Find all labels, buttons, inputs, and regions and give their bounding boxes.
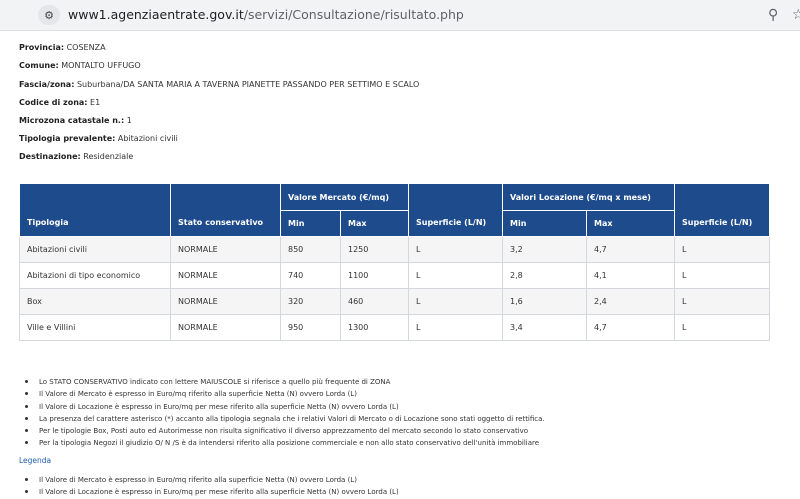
- info-value: Abitazioni civili: [117, 134, 178, 143]
- legenda-link[interactable]: Legenda: [19, 456, 51, 465]
- cell-locazione-min: 2,8: [502, 262, 587, 289]
- cell-locazione-min: 3,2: [502, 236, 587, 263]
- header-locazione-min: Min: [502, 210, 587, 237]
- cell-stato: NORMALE: [170, 262, 281, 289]
- info-label: Comune:: [19, 61, 59, 70]
- cell-stato: NORMALE: [170, 288, 281, 315]
- info-value: Residenziale: [83, 152, 134, 161]
- info-value: COSENZA: [66, 43, 106, 52]
- cell-tipologia: Box: [19, 288, 171, 315]
- cell-locazione-superficie: L: [674, 288, 771, 315]
- info-microzona: Microzona catastale n.: 1: [19, 116, 132, 125]
- info-label: Destinazione:: [19, 152, 81, 161]
- header-mercato-min: Min: [280, 210, 341, 237]
- info-provincia: Provincia: COSENZA: [19, 43, 106, 52]
- header-valori-locazione: Valori Locazione (€/mq x mese): [501, 183, 676, 211]
- note-item: La presenza del carattere asterisco (*) …: [19, 413, 545, 425]
- cell-locazione-max: 4,7: [585, 314, 676, 341]
- address-bar[interactable]: www1.agenziaentrate.gov.it/servizi/Consu…: [68, 7, 464, 22]
- info-label: Provincia:: [19, 43, 65, 52]
- info-value: E1: [90, 98, 101, 107]
- site-info-icon[interactable]: ⚙: [38, 5, 60, 25]
- header-locazione-superficie: Superficie (L/N): [674, 183, 771, 237]
- cell-locazione-superficie: L: [674, 314, 771, 341]
- header-valore-mercato: Valore Mercato (€/mq): [280, 183, 409, 211]
- cell-tipologia: Abitazioni di tipo economico: [19, 262, 171, 289]
- cell-superficie: L: [408, 314, 503, 341]
- url-host: www1.agenziaentrate.gov.it: [68, 7, 244, 22]
- cell-tipologia: Ville e Villini: [19, 314, 171, 341]
- url-path: /servizi/Consultazione/risultato.php: [243, 7, 464, 22]
- cell-superficie: L: [408, 288, 503, 315]
- note-item: Per la tipologia Negozi il giudizio O/ N…: [19, 437, 545, 449]
- table-row: Ville e Villini NORMALE 950 1300 L 3,4 4…: [19, 314, 771, 341]
- cell-locazione-max: 4,7: [585, 236, 676, 263]
- cell-mercato-min: 950: [280, 314, 341, 341]
- table-row: Box NORMALE 320 460 L 1,6 2,4 L: [19, 288, 771, 315]
- cell-mercato-max: 460: [340, 288, 409, 315]
- cell-locazione-min: 3,4: [502, 314, 587, 341]
- note-item: Il Valore di Mercato è espresso in Euro/…: [19, 388, 545, 400]
- zoom-icon[interactable]: ⚲: [768, 6, 778, 24]
- table-row: Abitazioni di tipo economico NORMALE 740…: [19, 262, 771, 289]
- legend-notes-list: Il Valore di Mercato è espresso in Euro/…: [19, 474, 399, 499]
- cell-mercato-max: 1250: [340, 236, 409, 263]
- cell-locazione-max: 2,4: [585, 288, 676, 315]
- info-fascia-zona: Fascia/zona: Suburbana/DA SANTA MARIA A …: [19, 80, 419, 89]
- header-locazione-max: Max: [585, 210, 676, 237]
- cell-stato: NORMALE: [170, 314, 281, 341]
- header-superficie: Superficie (L/N): [408, 183, 503, 237]
- cell-mercato-min: 850: [280, 236, 341, 263]
- cell-mercato-max: 1100: [340, 262, 409, 289]
- note-item: Per le tipologie Box, Posti auto ed Auto…: [19, 425, 545, 437]
- cell-mercato-max: 1300: [340, 314, 409, 341]
- info-label: Microzona catastale n.:: [19, 116, 125, 125]
- info-label: Tipologia prevalente:: [19, 134, 116, 143]
- info-comune: Comune: MONTALTO UFFUGO: [19, 61, 141, 70]
- cell-stato: NORMALE: [170, 236, 281, 263]
- cell-locazione-max: 4,1: [585, 262, 676, 289]
- info-destinazione: Destinazione: Residenziale: [19, 152, 133, 161]
- browser-toolbar: ⚙ www1.agenziaentrate.gov.it/servizi/Con…: [0, 0, 800, 31]
- legend-note-item: Il Valore di Locazione è espresso in Eur…: [19, 486, 399, 498]
- note-item: Lo STATO CONSERVATIVO indicato con lette…: [19, 376, 545, 388]
- info-value: 1: [126, 116, 132, 125]
- bookmark-star-icon[interactable]: ☆: [792, 6, 800, 24]
- info-value: MONTALTO UFFUGO: [61, 61, 141, 70]
- info-tipologia-prevalente: Tipologia prevalente: Abitazioni civili: [19, 134, 178, 143]
- notes-list: Lo STATO CONSERVATIVO indicato con lette…: [19, 376, 545, 450]
- cell-locazione-superficie: L: [674, 236, 771, 263]
- info-codice-zona: Codice di zona: E1: [19, 98, 100, 107]
- header-mercato-max: Max: [340, 210, 409, 237]
- header-stato-conservativo: Stato conservativo: [170, 183, 281, 237]
- info-value: Suburbana/DA SANTA MARIA A TAVERNA PIANE…: [76, 80, 420, 89]
- info-label: Codice di zona:: [19, 98, 88, 107]
- info-label: Fascia/zona:: [19, 80, 75, 89]
- cell-tipologia: Abitazioni civili: [19, 236, 171, 263]
- legend-note-item: Il Valore di Mercato è espresso in Euro/…: [19, 474, 399, 486]
- header-tipologia: Tipologia: [19, 183, 171, 237]
- cell-superficie: L: [408, 262, 503, 289]
- cell-mercato-min: 320: [280, 288, 341, 315]
- cell-locazione-min: 1,6: [502, 288, 587, 315]
- cell-superficie: L: [408, 236, 503, 263]
- table-row: Abitazioni civili NORMALE 850 1250 L 3,2…: [19, 236, 771, 263]
- cell-locazione-superficie: L: [674, 262, 771, 289]
- cell-mercato-min: 740: [280, 262, 341, 289]
- quotazioni-table: Tipologia Stato conservativo Valore Merc…: [19, 183, 771, 341]
- note-item: Il Valore di Locazione è espresso in Eur…: [19, 401, 545, 413]
